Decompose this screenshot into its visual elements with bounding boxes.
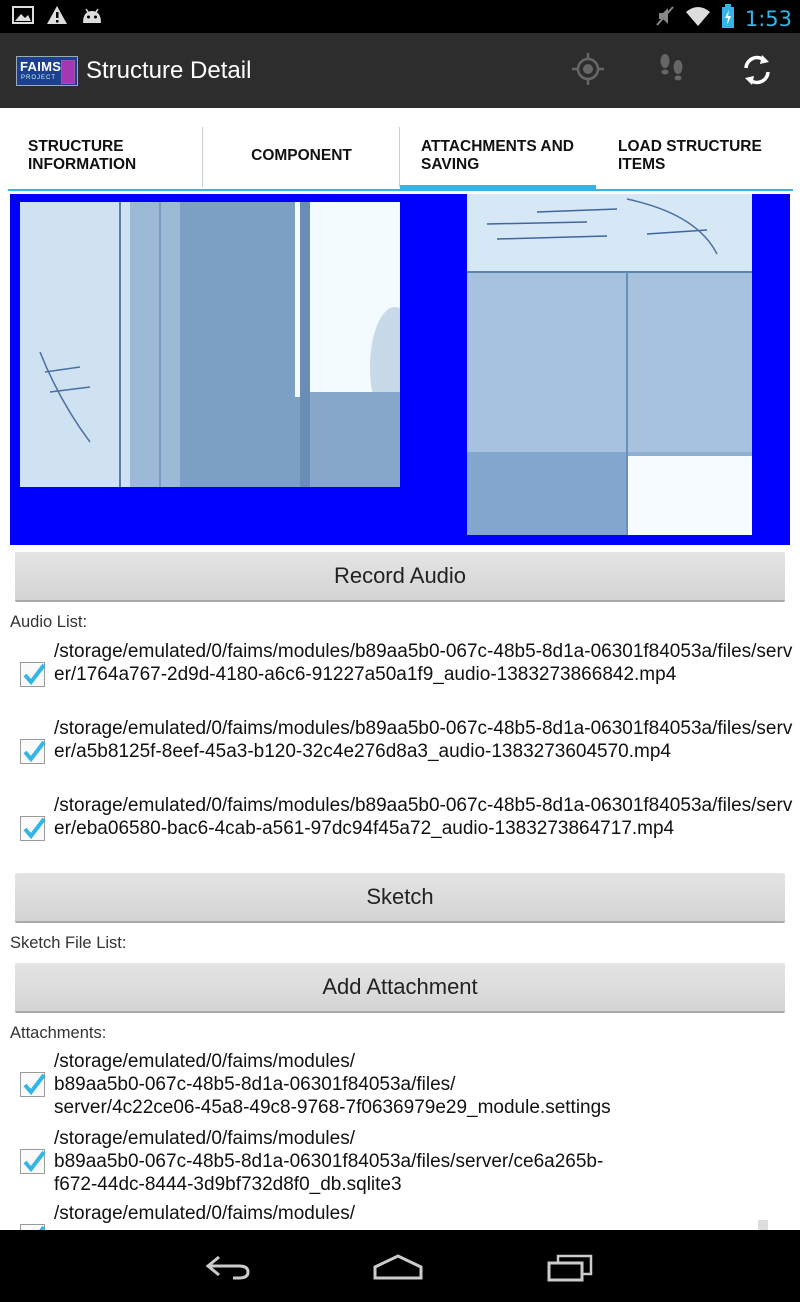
back-icon[interactable]	[205, 1254, 251, 1285]
sketch-file-list-label: Sketch File List:	[10, 934, 127, 952]
action-bar: FAIMS PROJECT Structure Detail	[0, 33, 800, 108]
footsteps-icon[interactable]	[654, 51, 690, 92]
logo-graphic	[61, 60, 75, 84]
android-icon	[80, 5, 104, 30]
home-icon[interactable]	[372, 1254, 424, 1285]
photo-thumbnail[interactable]	[467, 194, 752, 535]
checkbox-checked[interactable]	[20, 816, 46, 841]
status-bar: 1:53	[0, 0, 800, 33]
tab-label: LOAD STRUCTURE ITEMS	[618, 138, 762, 173]
image-icon	[12, 5, 34, 30]
logo-text: FAIMS	[20, 59, 62, 74]
recent-apps-icon[interactable]	[546, 1254, 594, 1287]
clock-time: 1:53	[744, 6, 792, 31]
gps-icon[interactable]	[570, 51, 606, 92]
tab-attachments-and-saving[interactable]: ATTACHMENTS AND SAVING	[400, 123, 596, 191]
wifi-icon	[685, 5, 711, 32]
checkbox-checked[interactable]	[20, 1149, 46, 1174]
audio-list-item[interactable]: /storage/emulated/0/faims/modules/b89aa5…	[20, 794, 795, 866]
audio-file-path: /storage/emulated/0/faims/modules/b89aa5…	[54, 795, 793, 839]
attachment-list-item[interactable]: /storage/emulated/0/faims/modules/b89aa5…	[20, 1050, 795, 1122]
warning-icon	[46, 5, 68, 30]
mute-icon	[655, 4, 675, 33]
audio-list-item[interactable]: /storage/emulated/0/faims/modules/b89aa5…	[20, 640, 795, 712]
record-audio-button[interactable]: Record Audio	[15, 552, 785, 602]
attachment-file-path: /storage/emulated/0/faims/modules/b89aa5…	[54, 1128, 604, 1195]
sync-icon[interactable]	[738, 51, 776, 94]
tab-label: ATTACHMENTS AND SAVING	[421, 138, 574, 173]
tab-load-structure-items[interactable]: LOAD STRUCTURE ITEMS	[596, 123, 793, 189]
tab-label: COMPONENT	[251, 147, 352, 164]
navigation-bar	[0, 1230, 800, 1302]
photo-thumbnail[interactable]	[20, 202, 400, 487]
sketch-button[interactable]: Sketch	[15, 873, 785, 923]
attachment-list-item[interactable]: /storage/emulated/0/faims/modules/	[20, 1202, 795, 1230]
photo-gallery	[10, 194, 790, 545]
tab-structure-information[interactable]: STRUCTURE INFORMATION	[8, 123, 203, 189]
attachments-label: Attachments:	[10, 1024, 107, 1042]
attachment-file-path: /storage/emulated/0/faims/modules/	[54, 1203, 355, 1224]
add-attachment-button[interactable]: Add Attachment	[15, 963, 785, 1013]
audio-list-item[interactable]: /storage/emulated/0/faims/modules/b89aa5…	[20, 717, 795, 789]
tab-component[interactable]: COMPONENT	[203, 123, 400, 189]
tab-label: STRUCTURE INFORMATION	[28, 138, 137, 173]
attachment-list-item[interactable]: /storage/emulated/0/faims/modules/b89aa5…	[20, 1127, 795, 1199]
checkbox-checked[interactable]	[20, 1072, 46, 1097]
tab-bar: STRUCTURE INFORMATION COMPONENT ATTACHMEN…	[8, 123, 793, 191]
page-title: Structure Detail	[86, 57, 252, 84]
attachment-file-path: /storage/emulated/0/faims/modules/b89aa5…	[54, 1051, 611, 1118]
scrollbar[interactable]	[758, 1220, 768, 1230]
audio-file-path: /storage/emulated/0/faims/modules/b89aa5…	[54, 718, 793, 762]
battery-charging-icon	[721, 4, 735, 33]
audio-file-path: /storage/emulated/0/faims/modules/b89aa5…	[54, 641, 793, 685]
checkbox-checked[interactable]	[20, 662, 46, 687]
faims-logo[interactable]: FAIMS PROJECT	[16, 56, 78, 86]
logo-subtext: PROJECT	[21, 75, 57, 81]
audio-list-label: Audio List:	[10, 613, 88, 631]
checkbox-checked[interactable]	[20, 739, 46, 764]
